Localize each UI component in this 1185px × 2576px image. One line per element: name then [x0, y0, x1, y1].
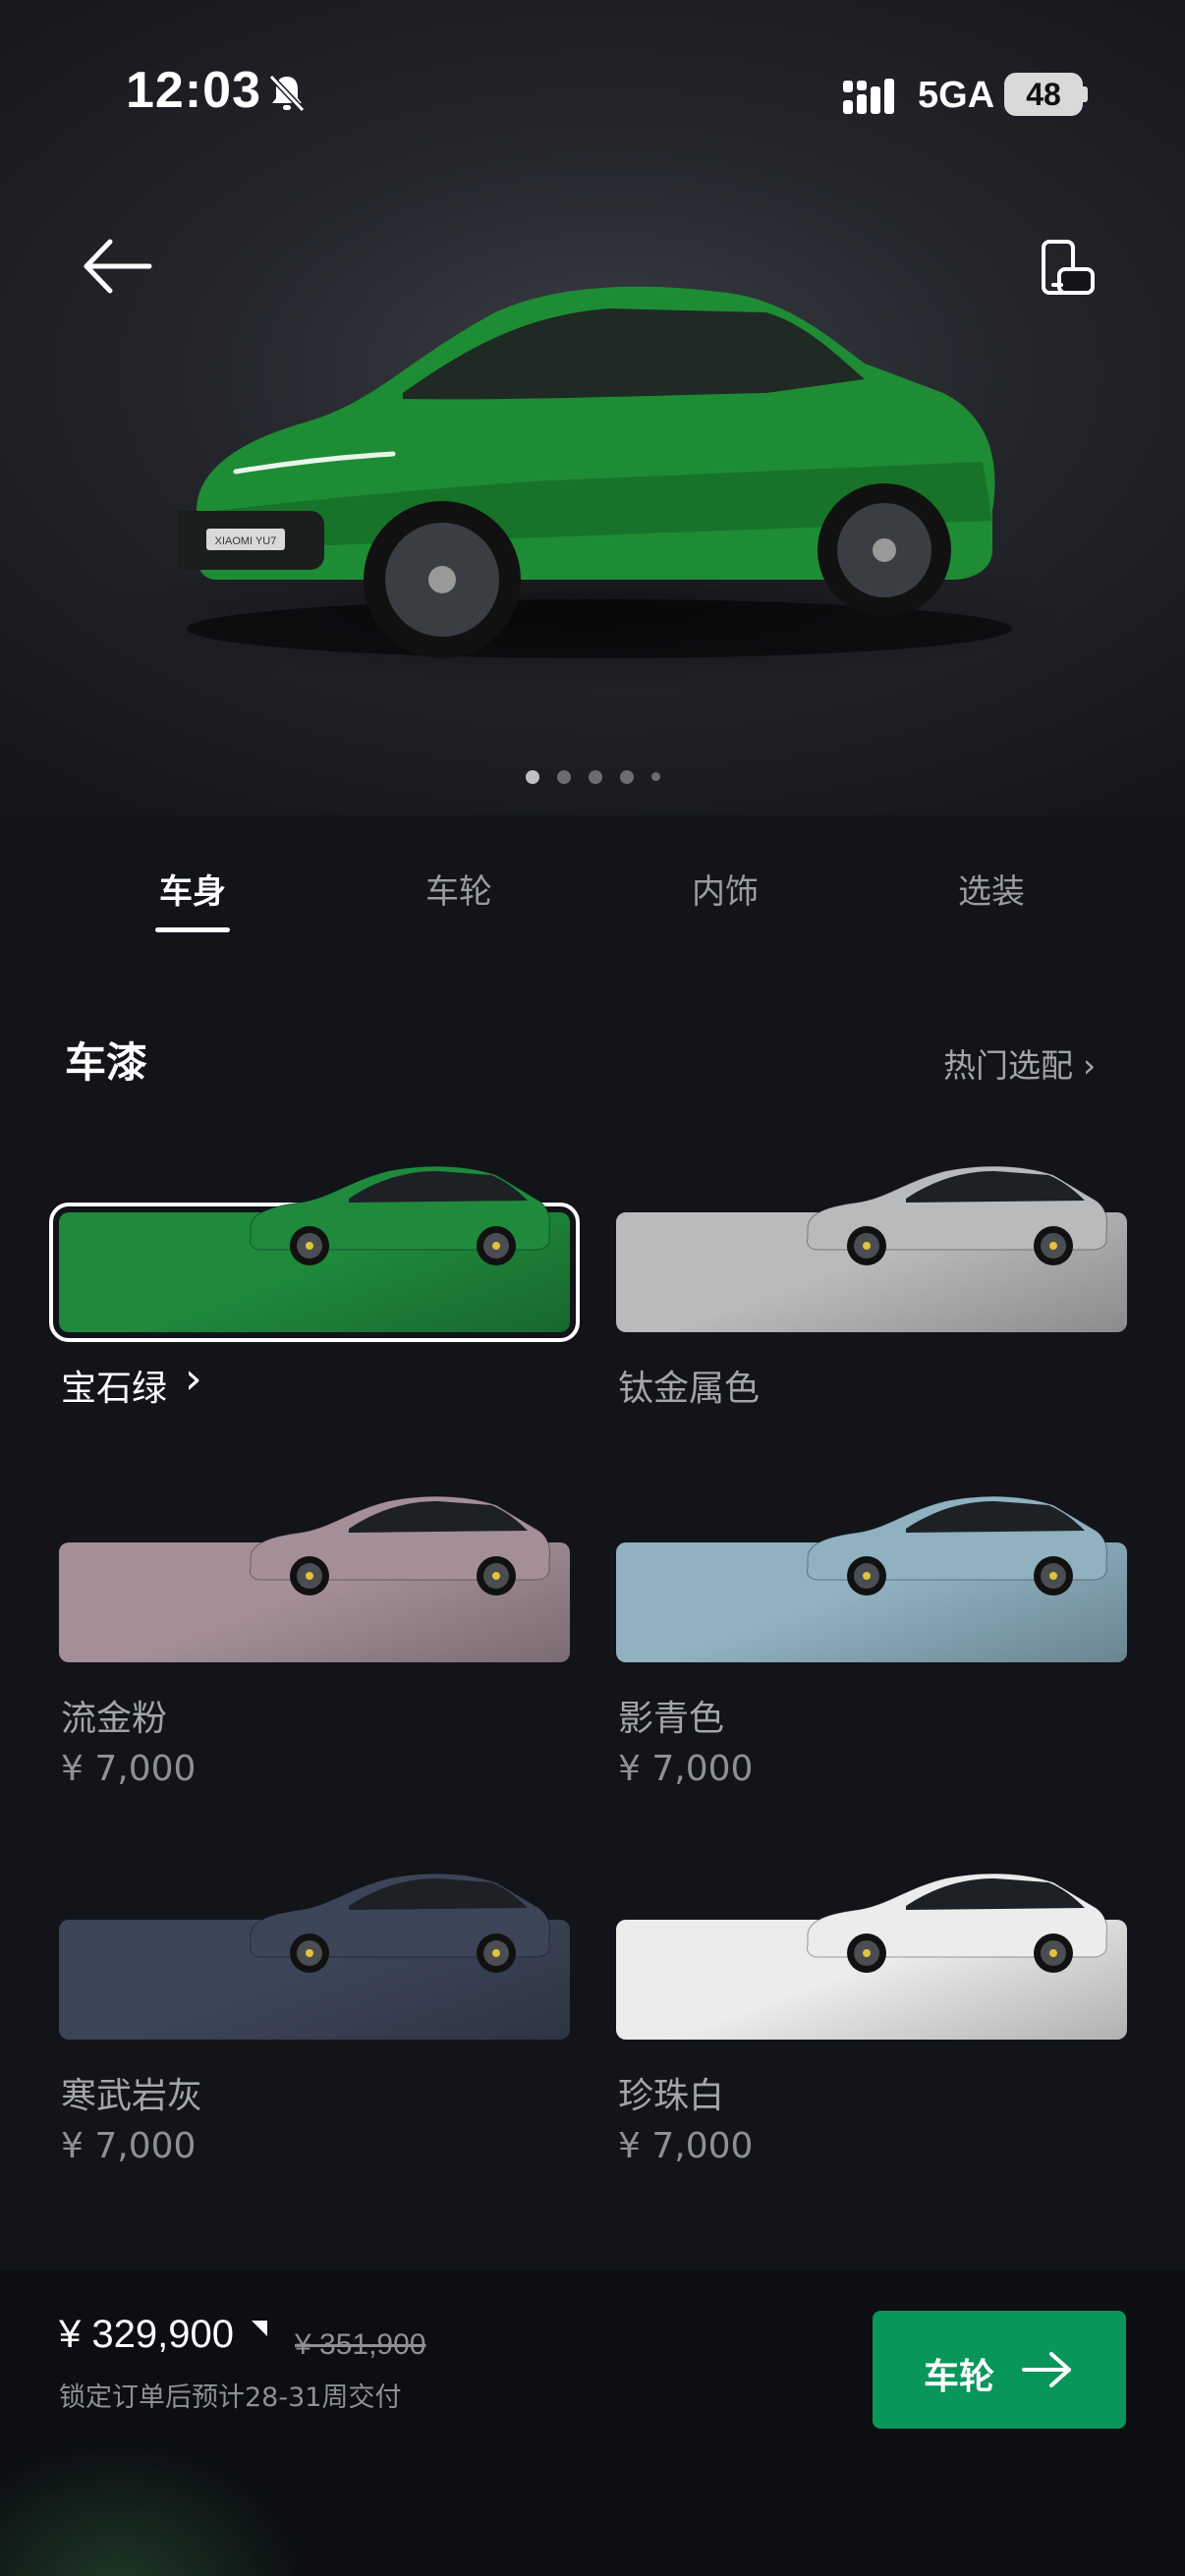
- carousel-dot[interactable]: [588, 769, 602, 784]
- delivery-estimate: 锁定订单后预计28-31周交付: [59, 2382, 402, 2413]
- hero-plate-text: XIAOMI YU7: [215, 535, 277, 547]
- car-thumbnail: [807, 1495, 1107, 1596]
- paint-color-price: ¥ 7,000: [618, 1749, 754, 1789]
- carousel-dot[interactable]: [556, 769, 571, 784]
- chevron-right-icon: ›: [1083, 1046, 1097, 1085]
- status-bar: 12:03 5GA 48: [0, 0, 1185, 196]
- paint-color-name: 寒武岩灰: [61, 2076, 203, 2116]
- carousel-dot[interactable]: [525, 769, 539, 784]
- rotate-view-icon[interactable]: [1032, 236, 1100, 305]
- carousel-dot[interactable]: [650, 772, 660, 781]
- tab-body[interactable]: 车身: [94, 865, 291, 913]
- section-title-paint: 车漆: [65, 1038, 148, 1087]
- hero-car-image: XIAOMI YU7: [177, 286, 1012, 658]
- tab-interior[interactable]: 内饰: [627, 865, 823, 913]
- original-price: ¥ 351,900: [295, 2328, 426, 2361]
- car-thumbnail: [250, 1495, 550, 1596]
- carousel-dot[interactable]: [619, 769, 634, 784]
- paint-color-price: ¥ 7,000: [61, 1749, 197, 1789]
- car-thumbnail: [250, 1873, 550, 1973]
- arrow-right-icon: [1022, 2352, 1071, 2387]
- battery-tip: [1083, 86, 1088, 102]
- paint-color-price: ¥ 7,000: [618, 2126, 754, 2166]
- car-thumbnail: [250, 1165, 550, 1265]
- current-price: ¥ 329,900: [59, 2313, 234, 2356]
- paint-color-name: 影青色: [618, 1699, 725, 1739]
- carousel-indicator[interactable]: [0, 766, 1185, 786]
- paint-color-name: 钛金属色: [618, 1369, 761, 1409]
- price-corner-icon[interactable]: [252, 2321, 267, 2336]
- tab-wheels[interactable]: 车轮: [361, 865, 557, 913]
- next-step-button[interactable]: 车轮: [873, 2311, 1126, 2429]
- car-thumbnail: [807, 1165, 1107, 1265]
- hero-section: 12:03 5GA 48 XIAOMI YU7: [0, 0, 1185, 815]
- popular-config-label: 热门选配: [943, 1046, 1073, 1085]
- back-arrow-icon[interactable]: [79, 232, 157, 301]
- tab-active-indicator: [155, 927, 230, 932]
- config-tabs: 车身 车轮 内饰 选装: [0, 855, 1185, 953]
- tab-options[interactable]: 选装: [893, 865, 1090, 913]
- price-footer: ¥ 329,900 ¥ 351,900 锁定订单后预计28-31周交付 车轮: [0, 2269, 1185, 2576]
- chevron-right-icon[interactable]: ›: [185, 1354, 202, 1404]
- paint-color-name: 流金粉: [61, 1699, 168, 1739]
- paint-color-price: ¥ 7,000: [61, 2126, 197, 2166]
- next-step-label: 车轮: [924, 2357, 995, 2397]
- network-type: 5GA: [918, 75, 995, 116]
- paint-color-name: 珍珠白: [618, 2076, 725, 2116]
- paint-color-name: 宝石绿: [61, 1369, 168, 1409]
- status-time: 12:03: [126, 62, 261, 119]
- battery-level: 48: [1004, 73, 1083, 116]
- signal-icon: [843, 79, 894, 114]
- car-thumbnail: [807, 1873, 1107, 1973]
- bell-muted-icon: [268, 74, 306, 113]
- popular-config-link[interactable]: 热门选配 ›: [943, 1039, 1096, 1087]
